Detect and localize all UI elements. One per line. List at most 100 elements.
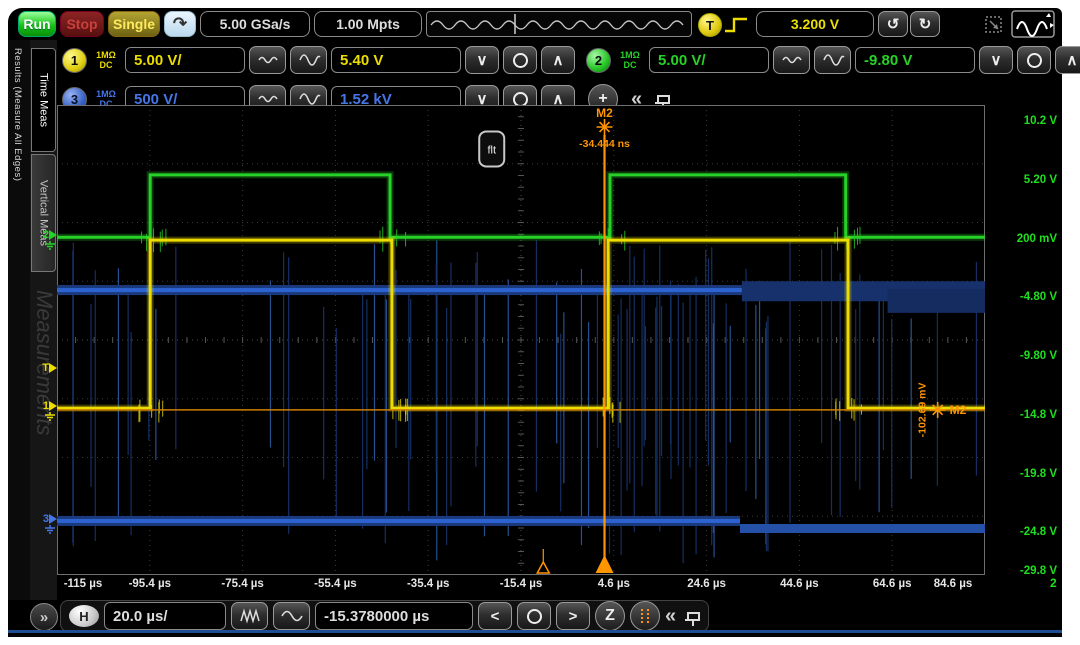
channel-2-offset-down-button[interactable]: ∨ [979, 46, 1013, 74]
oscilloscope-screen: Run Stop Single ↷ 5.00 GSa/s 1.00 Mpts T… [8, 8, 1062, 637]
channel-2-impedance-badge[interactable]: 1MΩ DC [615, 50, 645, 70]
channel-row-1: 1 1MΩ DC 5.00 V/ 5.40 V ∨ ∧ 2 1MΩ DC 5.0… [62, 46, 1080, 74]
results-sidebar[interactable]: Results (Measure All Edges) [8, 40, 30, 600]
channel-2-offset-up-button[interactable]: ∧ [1055, 46, 1080, 74]
channel-2-scale-larger-button[interactable] [814, 46, 851, 74]
timebase-field[interactable]: 20.0 µs/ [104, 602, 226, 630]
voltage-axis-label: -4.80 V [1020, 291, 1057, 303]
delay-left-button[interactable]: < [478, 602, 512, 630]
acquisition-preview[interactable] [426, 11, 692, 37]
channel-1-offset-field[interactable]: 5.40 V [331, 47, 461, 73]
time-axis-label: -115 µs [64, 578, 103, 590]
touch-mode-icon[interactable]: ↷ [164, 11, 196, 37]
marker-arrow-icon [49, 230, 57, 240]
channel-2-scale-field[interactable]: 5.00 V/ [649, 47, 769, 73]
expand-panel-button[interactable]: » [30, 603, 58, 631]
time-axis-label: 4.6 µs [598, 578, 630, 590]
trigger-delay-marker[interactable] [537, 562, 549, 573]
delay-zero-button[interactable] [517, 602, 551, 630]
timebase-slower-button[interactable] [273, 602, 310, 630]
voltage-axis-label: -9.80 V [1020, 350, 1057, 362]
channel-2-scale-smaller-button[interactable] [773, 46, 810, 74]
serial-lister-button[interactable] [630, 601, 660, 631]
top-toolbar: Run Stop Single ↷ 5.00 GSa/s 1.00 Mpts T… [8, 8, 1062, 42]
undo-button[interactable]: ↺ [878, 11, 908, 37]
large-wave-icon [297, 51, 321, 69]
channel-1-offset-up-button[interactable]: ∧ [541, 46, 575, 74]
voltage-axis-label: 10.2 V [1024, 115, 1057, 127]
channel-1-scale-field[interactable]: 5.00 V/ [125, 47, 245, 73]
wide-wave-icon [280, 608, 304, 624]
m2-time-label: M2 [596, 106, 613, 120]
channel-2-badge[interactable]: 2 [586, 48, 611, 73]
time-axis-label: 64.6 µs [873, 578, 912, 590]
trigger-level-field[interactable]: 3.200 V [756, 11, 874, 37]
channel-2-offset-zero-button[interactable] [1017, 46, 1051, 74]
channel-2-offset-field[interactable]: -9.80 V [855, 47, 975, 73]
channel-2-controls: 2 1MΩ DC 5.00 V/ -9.80 V ∨ ∧ [586, 46, 1080, 74]
small-wave-icon [256, 52, 280, 68]
ground-symbol-icon [44, 241, 57, 250]
zero-circle-icon [527, 609, 542, 624]
voltage-axis: 10.2 V 5.20 V 200 mV -4.80 V -9.80 V -14.8 V -… [987, 105, 1061, 583]
channel-ground-markers: 2 T 1 3 [28, 105, 57, 575]
time-axis-label: -15.4 µs [500, 578, 542, 590]
zero-circle-icon [1027, 53, 1042, 68]
channel-1-scale-smaller-button[interactable] [249, 46, 286, 74]
time-axis: -115 µs-95.4 µs-75.4 µs-55.4 µs-35.4 µs-… [57, 578, 985, 594]
m2-voltage-value: -102.69 mV [917, 382, 929, 437]
channel-1-impedance: 1MΩ [96, 50, 116, 60]
channel-1-offset-zero-button[interactable] [503, 46, 537, 74]
channel-1-coupling: DC [100, 60, 113, 70]
zero-circle-icon [513, 53, 528, 68]
run-button[interactable]: Run [18, 11, 56, 37]
horizontal-badge[interactable]: H [69, 605, 99, 627]
flt-badge[interactable]: flt [479, 131, 504, 166]
time-axis-label: 84.6 µs [934, 578, 973, 590]
delay-field[interactable]: -15.3780000 µs [315, 602, 473, 630]
time-axis-label: -55.4 µs [314, 578, 356, 590]
waveform-settings-icon[interactable] [980, 9, 1058, 44]
channel-3-ground-marker[interactable]: 3 [43, 513, 57, 534]
trigger-level-marker[interactable]: T [42, 362, 57, 374]
delay-right-button[interactable]: > [556, 602, 590, 630]
flt-label: flt [487, 144, 496, 156]
horizontal-controls-bar: H 20.0 µs/ -15.3780000 µs < > Z « [60, 600, 709, 632]
channel-2-coupling: DC [624, 60, 637, 70]
pin-icon[interactable] [687, 612, 700, 621]
results-sidebar-label: Results (Measure All Edges) [12, 48, 23, 181]
stop-button[interactable]: Stop [60, 11, 104, 37]
voltage-axis-label: 5.20 V [1024, 174, 1057, 186]
axis-channel-badge: 2 [1050, 576, 1057, 590]
channel-2-ground-marker[interactable]: 2 [43, 229, 57, 250]
time-axis-label: -95.4 µs [129, 578, 171, 590]
time-axis-label: 44.6 µs [780, 578, 819, 590]
marker-arrow-icon [49, 363, 57, 373]
marker-label: T [42, 362, 49, 374]
trigger-badge[interactable]: T [698, 13, 722, 37]
channel-1-scale-larger-button[interactable] [290, 46, 327, 74]
sample-rate-field[interactable]: 5.00 GSa/s [200, 11, 310, 37]
channel-1-offset-down-button[interactable]: ∨ [465, 46, 499, 74]
voltage-axis-label: -19.8 V [1020, 468, 1057, 480]
timebase-faster-button[interactable] [231, 602, 268, 630]
collapse-hbar-icon[interactable]: « [665, 606, 676, 626]
zoom-mode-button[interactable]: Z [595, 601, 625, 631]
voltage-axis-label: -14.8 V [1020, 409, 1057, 421]
trigger-edge-icon[interactable] [722, 13, 752, 42]
large-wave-icon [821, 51, 845, 69]
marker-arrow-icon [49, 514, 57, 524]
channel-2-impedance: 1MΩ [620, 50, 640, 60]
channel-1-badge[interactable]: 1 [62, 48, 87, 73]
redo-button[interactable]: ↻ [910, 11, 940, 37]
voltage-axis-label: 200 mV [1017, 233, 1057, 245]
starburst-marker-icon [930, 402, 946, 418]
memory-depth-field[interactable]: 1.00 Mpts [314, 11, 422, 37]
channel-1-ground-marker[interactable]: 1 [43, 400, 57, 421]
graticule[interactable]: M2-102.69 mVM2-34.444 nsflt [57, 105, 985, 575]
single-button[interactable]: Single [108, 11, 160, 37]
m2-time-value: -34.444 ns [579, 138, 630, 150]
channel-1-controls: 1 1MΩ DC 5.00 V/ 5.40 V ∨ ∧ [62, 46, 575, 74]
channel-1-impedance-badge[interactable]: 1MΩ DC [91, 50, 121, 70]
pin-icon[interactable] [657, 95, 670, 104]
